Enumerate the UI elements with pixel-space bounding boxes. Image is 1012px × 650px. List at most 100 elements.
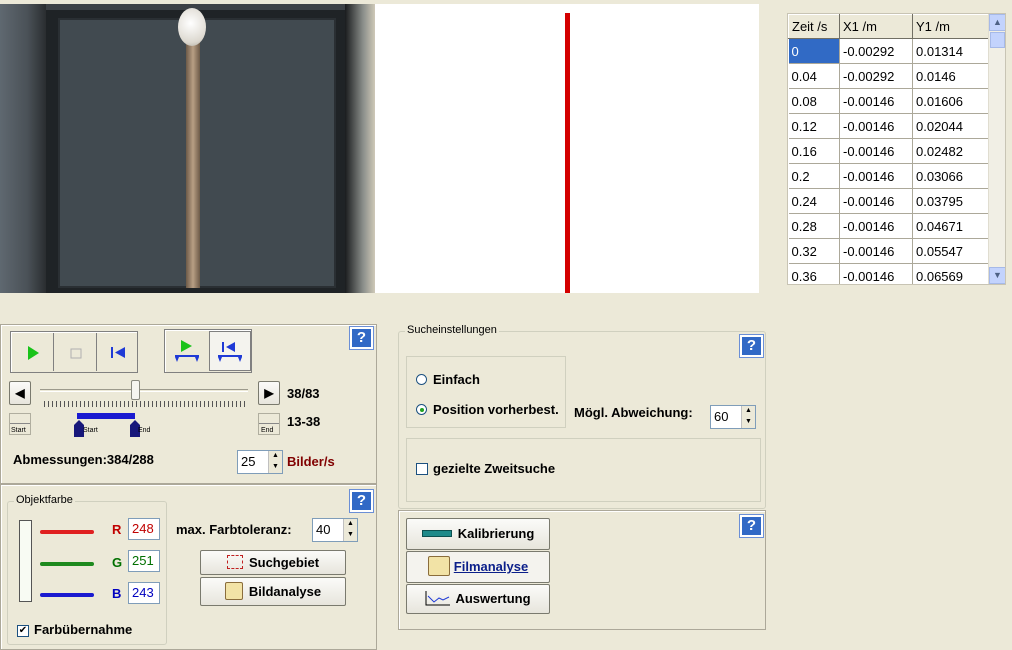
scroll-up-arrow-icon[interactable]: ▲ xyxy=(989,14,1005,31)
cell-x1[interactable]: -0.00146 xyxy=(839,88,913,114)
second-search-checkbox[interactable] xyxy=(416,463,428,475)
cell-x1[interactable]: -0.00146 xyxy=(839,238,913,264)
position-label: Position vorherbest. xyxy=(433,402,559,417)
spinner-down-icon[interactable]: ▼ xyxy=(343,530,357,541)
cell-time[interactable]: 0.12 xyxy=(788,113,840,139)
blue-value[interactable]: 243 xyxy=(128,582,160,604)
start-marker-button[interactable]: Start xyxy=(9,413,31,435)
table-row[interactable]: 0.2 -0.00146 0.03066 xyxy=(788,163,989,189)
arrow-left-icon: ◀ xyxy=(15,386,25,400)
cell-time[interactable]: 0.28 xyxy=(788,213,840,239)
calibration-button[interactable]: Kalibrierung xyxy=(406,518,550,550)
cell-time[interactable]: 0.24 xyxy=(788,188,840,214)
fps-value[interactable]: 25 xyxy=(241,454,255,469)
cell-x1[interactable]: -0.00146 xyxy=(839,163,913,189)
help-button-navigation[interactable]: ? xyxy=(739,514,764,538)
spinner-down-icon[interactable]: ▼ xyxy=(268,462,282,473)
table-row[interactable]: 0.16 -0.00146 0.02482 xyxy=(788,138,989,164)
cell-y1[interactable]: 0.04671 xyxy=(912,213,989,239)
table-row[interactable]: 0.36 -0.00146 0.06569 xyxy=(788,263,989,284)
graph-icon xyxy=(425,591,451,606)
cell-time[interactable]: 0.04 xyxy=(788,63,840,89)
red-value[interactable]: 248 xyxy=(128,518,160,540)
cell-time[interactable]: 0.32 xyxy=(788,238,840,264)
cell-time[interactable]: 0.16 xyxy=(788,138,840,164)
table-row[interactable]: 0.28 -0.00146 0.04671 xyxy=(788,213,989,239)
table-row[interactable]: 0.24 -0.00146 0.03795 xyxy=(788,188,989,214)
position-radio[interactable] xyxy=(416,404,427,415)
column-header-time[interactable]: Zeit /s xyxy=(788,14,840,39)
color-takeover-checkbox[interactable]: ✔ xyxy=(17,625,29,637)
tolerance-value[interactable]: 40 xyxy=(316,522,330,537)
cell-time[interactable]: 0 xyxy=(788,38,840,64)
evaluation-button[interactable]: Auswertung xyxy=(406,584,550,614)
rewind-range-button[interactable] xyxy=(209,331,251,371)
cell-x1[interactable]: -0.00146 xyxy=(839,113,913,139)
cell-y1[interactable]: 0.02482 xyxy=(912,138,989,164)
deviation-label: Mögl. Abweichung: xyxy=(574,405,693,420)
table-row[interactable]: 0.12 -0.00146 0.02044 xyxy=(788,113,989,139)
cell-x1[interactable]: -0.00292 xyxy=(839,38,913,64)
cell-time[interactable]: 0.2 xyxy=(788,163,840,189)
frame-counter: 38/83 xyxy=(287,386,320,401)
cell-y1[interactable]: 0.03795 xyxy=(912,188,989,214)
table-row[interactable]: 0 -0.00292 0.01314 xyxy=(788,38,989,64)
frame-slider-thumb[interactable] xyxy=(130,380,140,400)
help-button-player[interactable]: ? xyxy=(349,326,374,350)
table-row[interactable]: 0.04 -0.00292 0.0146 xyxy=(788,63,989,89)
scroll-down-arrow-icon[interactable]: ▼ xyxy=(989,267,1005,284)
cell-time[interactable]: 0.36 xyxy=(788,263,840,284)
tolerance-label: max. Farbtoleranz: xyxy=(176,522,292,537)
column-header-x1[interactable]: X1 /m xyxy=(839,14,913,39)
red-channel-line xyxy=(40,530,94,534)
cell-y1[interactable]: 0.01606 xyxy=(912,88,989,114)
slider-right-button[interactable]: ▶ xyxy=(258,381,280,405)
spinner-up-icon[interactable]: ▲ xyxy=(741,406,755,417)
cell-y1[interactable]: 0.06569 xyxy=(912,263,989,284)
cell-x1[interactable]: -0.00146 xyxy=(839,188,913,214)
slider-left-button[interactable]: ◀ xyxy=(9,381,31,405)
spinner-up-icon[interactable]: ▲ xyxy=(343,519,357,530)
spinner-up-icon[interactable]: ▲ xyxy=(268,451,282,462)
cell-x1[interactable]: -0.00146 xyxy=(839,213,913,239)
cell-y1[interactable]: 0.01314 xyxy=(912,38,989,64)
magnifier-icon xyxy=(224,582,243,600)
cell-time[interactable]: 0.08 xyxy=(788,88,840,114)
search-settings-legend: Sucheinstellungen xyxy=(405,324,499,336)
spinner-down-icon[interactable]: ▼ xyxy=(741,417,755,428)
table-scrollbar[interactable]: ▲ ▼ xyxy=(988,14,1005,284)
play-button[interactable] xyxy=(12,333,54,371)
film-magnifier-icon xyxy=(427,556,450,576)
table-row[interactable]: 0.08 -0.00146 0.01606 xyxy=(788,88,989,114)
help-button-search[interactable]: ? xyxy=(739,334,764,358)
search-area-button[interactable]: Suchgebiet xyxy=(200,550,346,575)
cell-y1[interactable]: 0.02044 xyxy=(912,113,989,139)
green-value[interactable]: 251 xyxy=(128,550,160,572)
simple-radio[interactable] xyxy=(416,374,427,385)
film-analysis-button[interactable]: Filmanalyse xyxy=(406,551,550,583)
rewind-button[interactable] xyxy=(98,333,138,371)
image-analysis-button[interactable]: Bildanalyse xyxy=(200,577,346,606)
data-table[interactable]: Zeit /s X1 /m Y1 /m 0 -0.00292 0.01314 0.04… xyxy=(787,13,1006,285)
deviation-value[interactable]: 60 xyxy=(714,409,728,424)
cell-x1[interactable]: -0.00146 xyxy=(839,263,913,284)
deviation-spinner[interactable]: 60 ▲ ▼ xyxy=(710,405,756,429)
cell-y1[interactable]: 0.05547 xyxy=(912,238,989,264)
video-rail xyxy=(186,34,200,288)
cell-y1[interactable]: 0.03066 xyxy=(912,163,989,189)
scroll-thumb[interactable] xyxy=(990,32,1005,48)
column-header-y1[interactable]: Y1 /m xyxy=(912,14,989,39)
end-marker-button[interactable]: End xyxy=(258,413,280,435)
play-range-button[interactable] xyxy=(166,331,208,371)
frame-slider-track[interactable] xyxy=(40,389,248,392)
cell-y1[interactable]: 0.0146 xyxy=(912,63,989,89)
rewind-range-icon xyxy=(218,342,242,362)
tolerance-spinner[interactable]: 40 ▲ ▼ xyxy=(312,518,358,542)
blue-channel-line xyxy=(40,593,94,597)
stop-button[interactable] xyxy=(55,333,97,371)
help-button-color[interactable]: ? xyxy=(349,489,374,513)
cell-x1[interactable]: -0.00146 xyxy=(839,138,913,164)
table-row[interactable]: 0.32 -0.00146 0.05547 xyxy=(788,238,989,264)
cell-x1[interactable]: -0.00292 xyxy=(839,63,913,89)
fps-spinner[interactable]: 25 ▲ ▼ xyxy=(237,450,283,474)
